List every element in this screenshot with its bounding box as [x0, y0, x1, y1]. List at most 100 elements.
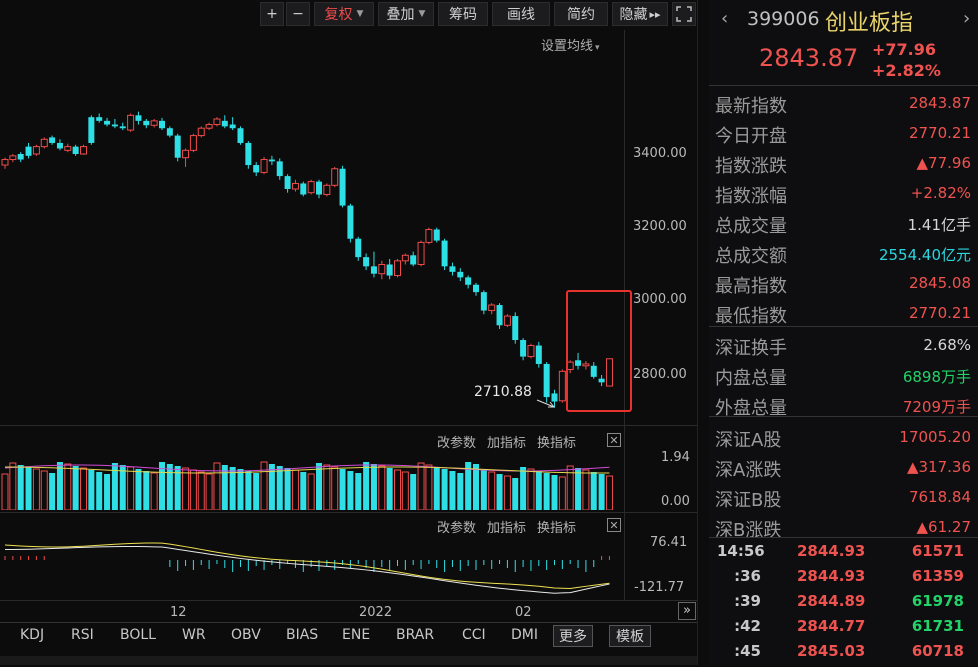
- candle: [347, 203, 354, 243]
- volume-bar: [425, 464, 433, 510]
- volume-bar: [316, 463, 322, 510]
- tick-row: :45 2845.03 60718: [709, 642, 978, 667]
- close-icon[interactable]: ✕: [607, 433, 621, 447]
- switch-indicator-button[interactable]: 换指标: [537, 436, 576, 451]
- macd-dea-line: [4, 546, 610, 594]
- volume-bar: [449, 471, 456, 510]
- zoom-in-button[interactable]: +: [260, 2, 284, 26]
- volume-bar: [127, 466, 135, 510]
- volume-bar: [284, 468, 291, 510]
- tick-time: :42: [734, 617, 761, 635]
- candle: [40, 137, 48, 149]
- candle-body: [496, 305, 503, 326]
- candle-body: [543, 363, 550, 398]
- switch-indicator-button[interactable]: 换指标: [537, 521, 576, 536]
- candle: [17, 152, 24, 163]
- quote-row-label: 深证A股: [715, 430, 782, 451]
- candle-body: [166, 128, 173, 136]
- volume-bar: [503, 475, 511, 510]
- candle: [221, 115, 228, 129]
- candle-body: [480, 292, 487, 311]
- candle-body: [135, 115, 142, 121]
- candle: [88, 115, 95, 145]
- tab-obv[interactable]: OBV: [231, 627, 261, 643]
- candle-body: [425, 229, 433, 243]
- tick-price: 2845.03: [797, 642, 866, 660]
- close-icon[interactable]: ✕: [607, 518, 621, 532]
- candle: [503, 314, 511, 328]
- candle: [370, 251, 377, 278]
- more-tabs-button[interactable]: 更多: [553, 625, 593, 647]
- volume-bar: [32, 468, 40, 510]
- tab-boll[interactable]: BOLL: [120, 627, 156, 643]
- candle: [80, 144, 87, 155]
- volume-bar: [363, 462, 370, 510]
- prev-stock-button[interactable]: ‹: [721, 8, 728, 29]
- tab-rsi[interactable]: RSI: [71, 627, 94, 643]
- diejia-dropdown[interactable]: 叠加 ▼: [378, 2, 434, 26]
- change-params-button[interactable]: 改参数: [437, 436, 476, 451]
- candle: [449, 262, 456, 276]
- volume-bar: [433, 467, 440, 510]
- tab-kdj[interactable]: KDJ: [20, 627, 44, 643]
- yincang-button[interactable]: 隐藏 ▸▸: [612, 2, 668, 26]
- candle: [25, 142, 32, 159]
- candle-body: [355, 238, 362, 258]
- volume-bar: [331, 466, 339, 510]
- candle: [49, 135, 56, 145]
- jianyue-button[interactable]: 简约: [554, 2, 608, 26]
- template-button[interactable]: 模板: [609, 625, 651, 647]
- candle-body: [527, 345, 535, 358]
- quote-row-label: 总成交额: [715, 246, 787, 267]
- candle: [213, 117, 221, 127]
- quote-row-label: 总成交量: [715, 216, 787, 237]
- tab-ene[interactable]: ENE: [342, 627, 370, 643]
- candle: [433, 227, 440, 243]
- tab-dmi[interactable]: DMI: [511, 627, 538, 643]
- quote-row-value: 7618.84: [908, 488, 971, 506]
- tick-price: 2844.93: [797, 542, 866, 560]
- volume-bar: [512, 478, 519, 510]
- add-indicator-button[interactable]: 加指标: [487, 521, 526, 536]
- huaxian-button[interactable]: 画线: [492, 2, 550, 26]
- annotation-arrow-icon: [536, 399, 555, 408]
- candle: [363, 253, 370, 271]
- tab-bias[interactable]: BIAS: [286, 627, 318, 643]
- candle-body: [25, 146, 32, 156]
- tab-brar[interactable]: BRAR: [396, 627, 434, 643]
- bottom-scrollbar[interactable]: [0, 656, 697, 665]
- candle: [323, 183, 331, 197]
- volume-bar: [378, 465, 386, 510]
- candle-body: [276, 161, 283, 177]
- candle: [300, 181, 307, 197]
- price-tick: 2800.00: [633, 367, 687, 382]
- price-tick: 3400.00: [633, 146, 687, 161]
- volume-bar: [417, 462, 425, 510]
- change-params-button[interactable]: 改参数: [437, 521, 476, 536]
- candle: [237, 126, 244, 145]
- tab-wr[interactable]: WR: [182, 627, 206, 643]
- volume-bar: [410, 474, 417, 510]
- fuquan-dropdown[interactable]: 复权 ▼: [314, 2, 374, 26]
- expand-right-button[interactable]: »: [678, 602, 696, 620]
- volume-bar: [441, 469, 448, 510]
- candle: [291, 179, 299, 192]
- candle-body: [284, 176, 291, 189]
- quote-row: 深证B股 7618.84: [715, 482, 971, 512]
- chouma-button[interactable]: 筹码: [438, 2, 488, 26]
- quote-row: 内盘总量 6898万手: [715, 360, 971, 390]
- chevron-down-icon: ▼: [418, 9, 426, 19]
- volume-chart: [1, 461, 613, 510]
- volume-bar: [17, 465, 24, 510]
- double-arrow-icon: ▸▸: [649, 7, 661, 21]
- zoom-out-button[interactable]: −: [286, 2, 310, 26]
- add-indicator-button[interactable]: 加指标: [487, 436, 526, 451]
- candle: [394, 258, 401, 278]
- candle-body: [40, 138, 48, 148]
- fullscreen-button[interactable]: [672, 2, 696, 26]
- next-stock-button[interactable]: ›: [963, 8, 970, 29]
- candlestick-chart[interactable]: [0, 30, 624, 425]
- candle-body: [9, 155, 17, 161]
- tab-cci[interactable]: CCI: [462, 627, 486, 643]
- candle: [425, 227, 433, 245]
